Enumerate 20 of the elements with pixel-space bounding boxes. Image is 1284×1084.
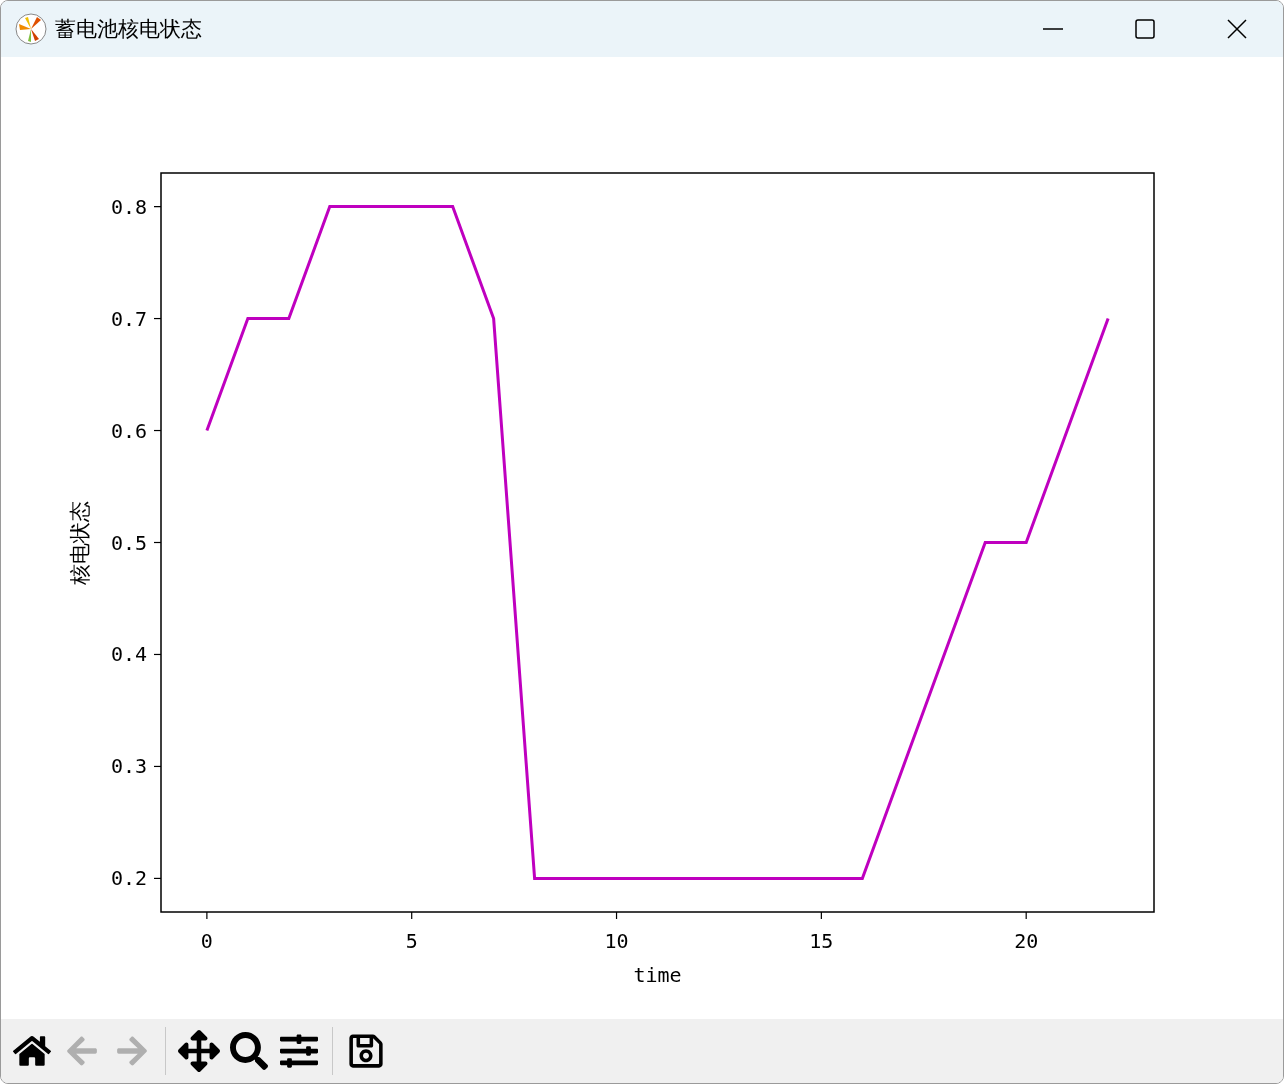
- maximize-icon: [1135, 19, 1155, 39]
- y-tick-label: 0.4: [110, 642, 147, 667]
- y-tick-label: 0.2: [110, 866, 147, 891]
- minimize-icon: [1043, 28, 1063, 30]
- x-tick-label: 20: [1014, 929, 1039, 953]
- y-tick-label: 0.5: [110, 530, 147, 555]
- y-tick-label: 0.6: [110, 418, 147, 443]
- x-tick-label: 15: [809, 929, 834, 953]
- y-tick-label: 0.7: [110, 306, 147, 331]
- x-tick-label: 5: [405, 929, 418, 953]
- x-axis-label: time: [633, 963, 682, 987]
- x-tick-label: 10: [604, 929, 629, 953]
- window-title: 蓄电池核电状态: [55, 16, 203, 43]
- y-tick-label: 0.3: [110, 754, 147, 779]
- move-button[interactable]: [176, 1028, 222, 1074]
- y-tick-label: 0.8: [110, 194, 147, 219]
- x-tick-label: 0: [200, 929, 213, 953]
- close-icon: [1227, 19, 1247, 39]
- app-icon: [15, 13, 47, 45]
- y-axis-label: 核电状态: [68, 500, 92, 585]
